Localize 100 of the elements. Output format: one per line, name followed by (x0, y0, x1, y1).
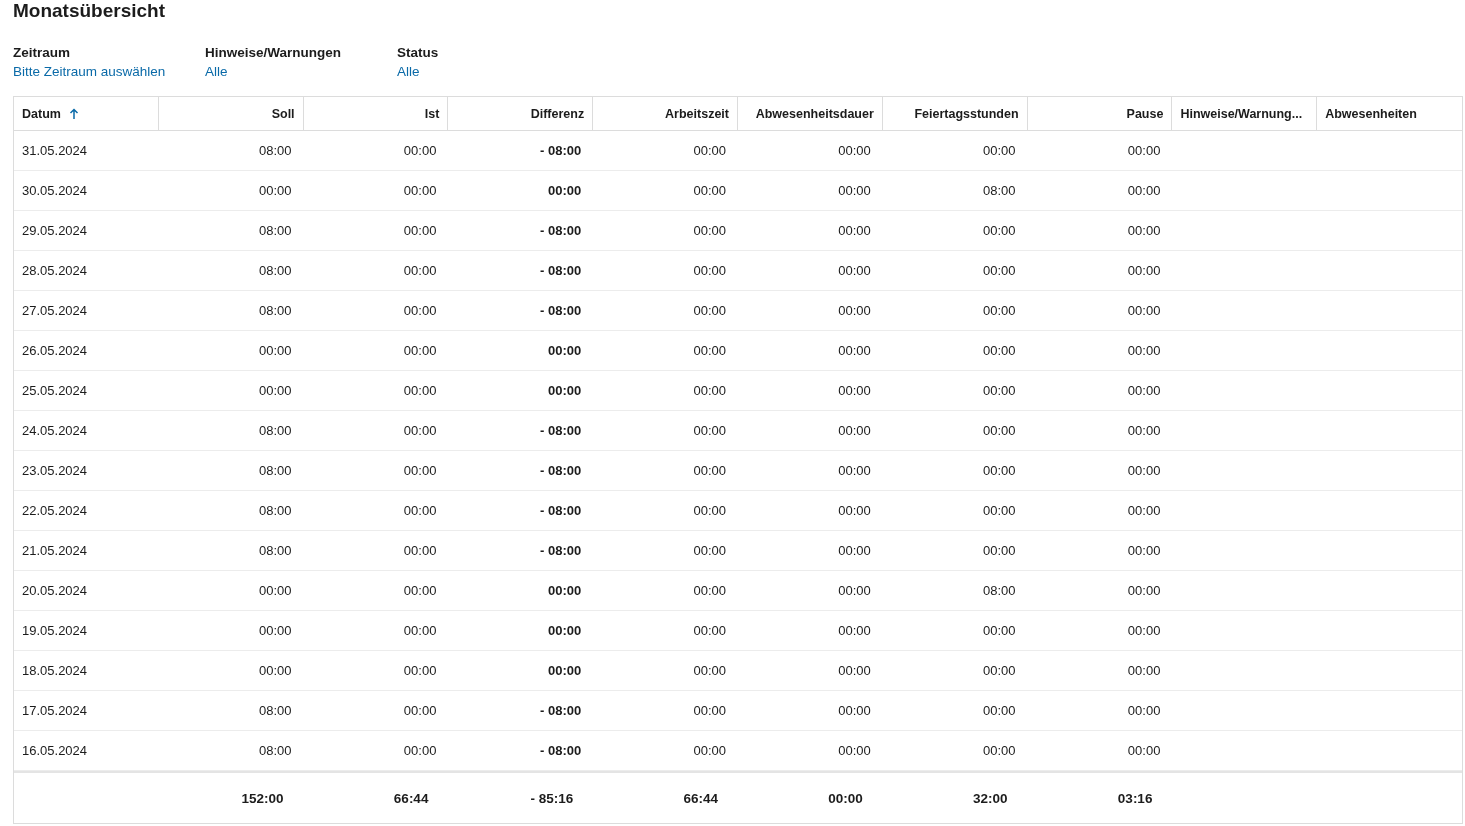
table-cell: 00:00 (1027, 451, 1173, 491)
column-header[interactable]: Soll (158, 97, 304, 131)
column-header[interactable]: Differenz (448, 97, 594, 131)
table-cell: 00:00 (1027, 331, 1173, 371)
table-cell: 08:00 (882, 171, 1028, 211)
column-header[interactable]: Datum (14, 97, 159, 131)
table-cell: 00:00 (593, 331, 738, 371)
table-cell: 00:00 (158, 571, 304, 611)
table-cell: 00:00 (1027, 371, 1173, 411)
table-cell: 26.05.2024 (14, 331, 159, 371)
table-cell: 00:00 (593, 691, 738, 731)
table-cell: 00:00 (158, 331, 304, 371)
table-cell: 00:00 (738, 411, 883, 451)
table-cell: 00:00 (738, 651, 883, 691)
table-cell: 00:00 (1027, 611, 1173, 651)
table-cell: 00:00 (593, 411, 738, 451)
table-cell: 00:00 (1027, 291, 1173, 331)
table-cell: 00:00 (882, 291, 1028, 331)
table-cell: 00:00 (593, 531, 738, 571)
table-cell: 29.05.2024 (14, 211, 159, 251)
table-cell: 00:00 (882, 611, 1028, 651)
total-cell: 152:00 (158, 771, 304, 823)
table-cell: - 08:00 (448, 251, 594, 291)
table-cell: 00:00 (593, 651, 738, 691)
page-title: Monatsübersicht (13, 0, 167, 22)
filter-link[interactable]: Alle (397, 64, 439, 79)
filter-label: Zeitraum (13, 45, 71, 60)
table-cell: 31.05.2024 (14, 131, 159, 171)
table-cell: 00:00 (303, 731, 449, 771)
table-cell: 00:00 (882, 731, 1028, 771)
column-header[interactable]: Feiertagsstunden (882, 97, 1028, 131)
column-header[interactable]: Hinweise/Warnung... (1172, 97, 1318, 131)
table-cell: 00:00 (738, 371, 883, 411)
table-cell: 22.05.2024 (14, 491, 159, 531)
table-cell: 00:00 (593, 251, 738, 291)
column-header[interactable]: Abwesenheitsdauer (738, 97, 883, 131)
table-cell: 00:00 (303, 371, 449, 411)
table-cell: 00:00 (303, 251, 449, 291)
table-cell: 00:00 (882, 691, 1028, 731)
table-cell: - 08:00 (448, 731, 594, 771)
table-cell: 00:00 (882, 531, 1028, 571)
table-cell: 00:00 (738, 491, 883, 531)
total-cell: 66:44 (593, 771, 738, 823)
column-header[interactable]: Arbeitszeit (593, 97, 738, 131)
table-cell: 00:00 (738, 531, 883, 571)
table-cell: 00:00 (158, 651, 304, 691)
table-cell: 00:00 (593, 451, 738, 491)
table-cell: 00:00 (593, 731, 738, 771)
table-cell: - 08:00 (448, 491, 594, 531)
column-header[interactable]: Pause (1027, 97, 1173, 131)
table-cell: 00:00 (448, 331, 594, 371)
table-cell: 00:00 (593, 611, 738, 651)
table-cell: 00:00 (593, 171, 738, 211)
table-cell: 00:00 (738, 571, 883, 611)
filter-link[interactable]: Bitte Zeitraum auswählen (13, 64, 175, 79)
table-cell: 00:00 (593, 131, 738, 171)
total-cell: 66:44 (303, 771, 449, 823)
table-cell: 00:00 (882, 491, 1028, 531)
table-cell: 00:00 (303, 411, 449, 451)
column-header[interactable]: Ist (303, 97, 449, 131)
table-cell: 00:00 (158, 371, 304, 411)
table-cell: 00:00 (882, 131, 1028, 171)
table-cell: 00:00 (448, 171, 594, 211)
table-cell: 08:00 (158, 691, 304, 731)
table-cell: 00:00 (303, 491, 449, 531)
table-cell: 08:00 (158, 491, 304, 531)
table-cell: 00:00 (1027, 571, 1173, 611)
table-cell: 08:00 (158, 451, 304, 491)
table-cell: 24.05.2024 (14, 411, 159, 451)
table-cell: 00:00 (448, 371, 594, 411)
table-cell: 00:00 (882, 411, 1028, 451)
table-cell: 00:00 (1027, 211, 1173, 251)
table-cell: 00:00 (158, 171, 304, 211)
column-header[interactable]: Abwesenheiten (1317, 97, 1462, 131)
table-cell: 00:00 (882, 371, 1028, 411)
table-cell: 00:00 (1027, 251, 1173, 291)
table-cell: 16.05.2024 (14, 731, 159, 771)
table-cell: - 08:00 (448, 451, 594, 491)
table-cell: 00:00 (738, 451, 883, 491)
table-cell: 00:00 (303, 611, 449, 651)
table-cell: 17.05.2024 (14, 691, 159, 731)
table-cell: 08:00 (158, 411, 304, 451)
table-cell: 00:00 (593, 211, 738, 251)
table-cell: - 08:00 (448, 531, 594, 571)
table-cell: 08:00 (158, 731, 304, 771)
table-cell: 27.05.2024 (14, 291, 159, 331)
table-cell: 00:00 (303, 691, 449, 731)
table-cell: 00:00 (738, 291, 883, 331)
table-cell: 00:00 (738, 731, 883, 771)
total-cell: 03:16 (1027, 771, 1173, 823)
filter-link[interactable]: Alle (205, 64, 367, 79)
table-cell: 25.05.2024 (14, 371, 159, 411)
table-cell: 00:00 (303, 171, 449, 211)
table-cell: 00:00 (448, 611, 594, 651)
table-cell: 00:00 (303, 651, 449, 691)
table-cell: 00:00 (1027, 411, 1173, 451)
total-cell: 00:00 (738, 771, 883, 823)
table-cell: 00:00 (593, 491, 738, 531)
table-cell: 00:00 (158, 611, 304, 651)
table-cell: 20.05.2024 (14, 571, 159, 611)
